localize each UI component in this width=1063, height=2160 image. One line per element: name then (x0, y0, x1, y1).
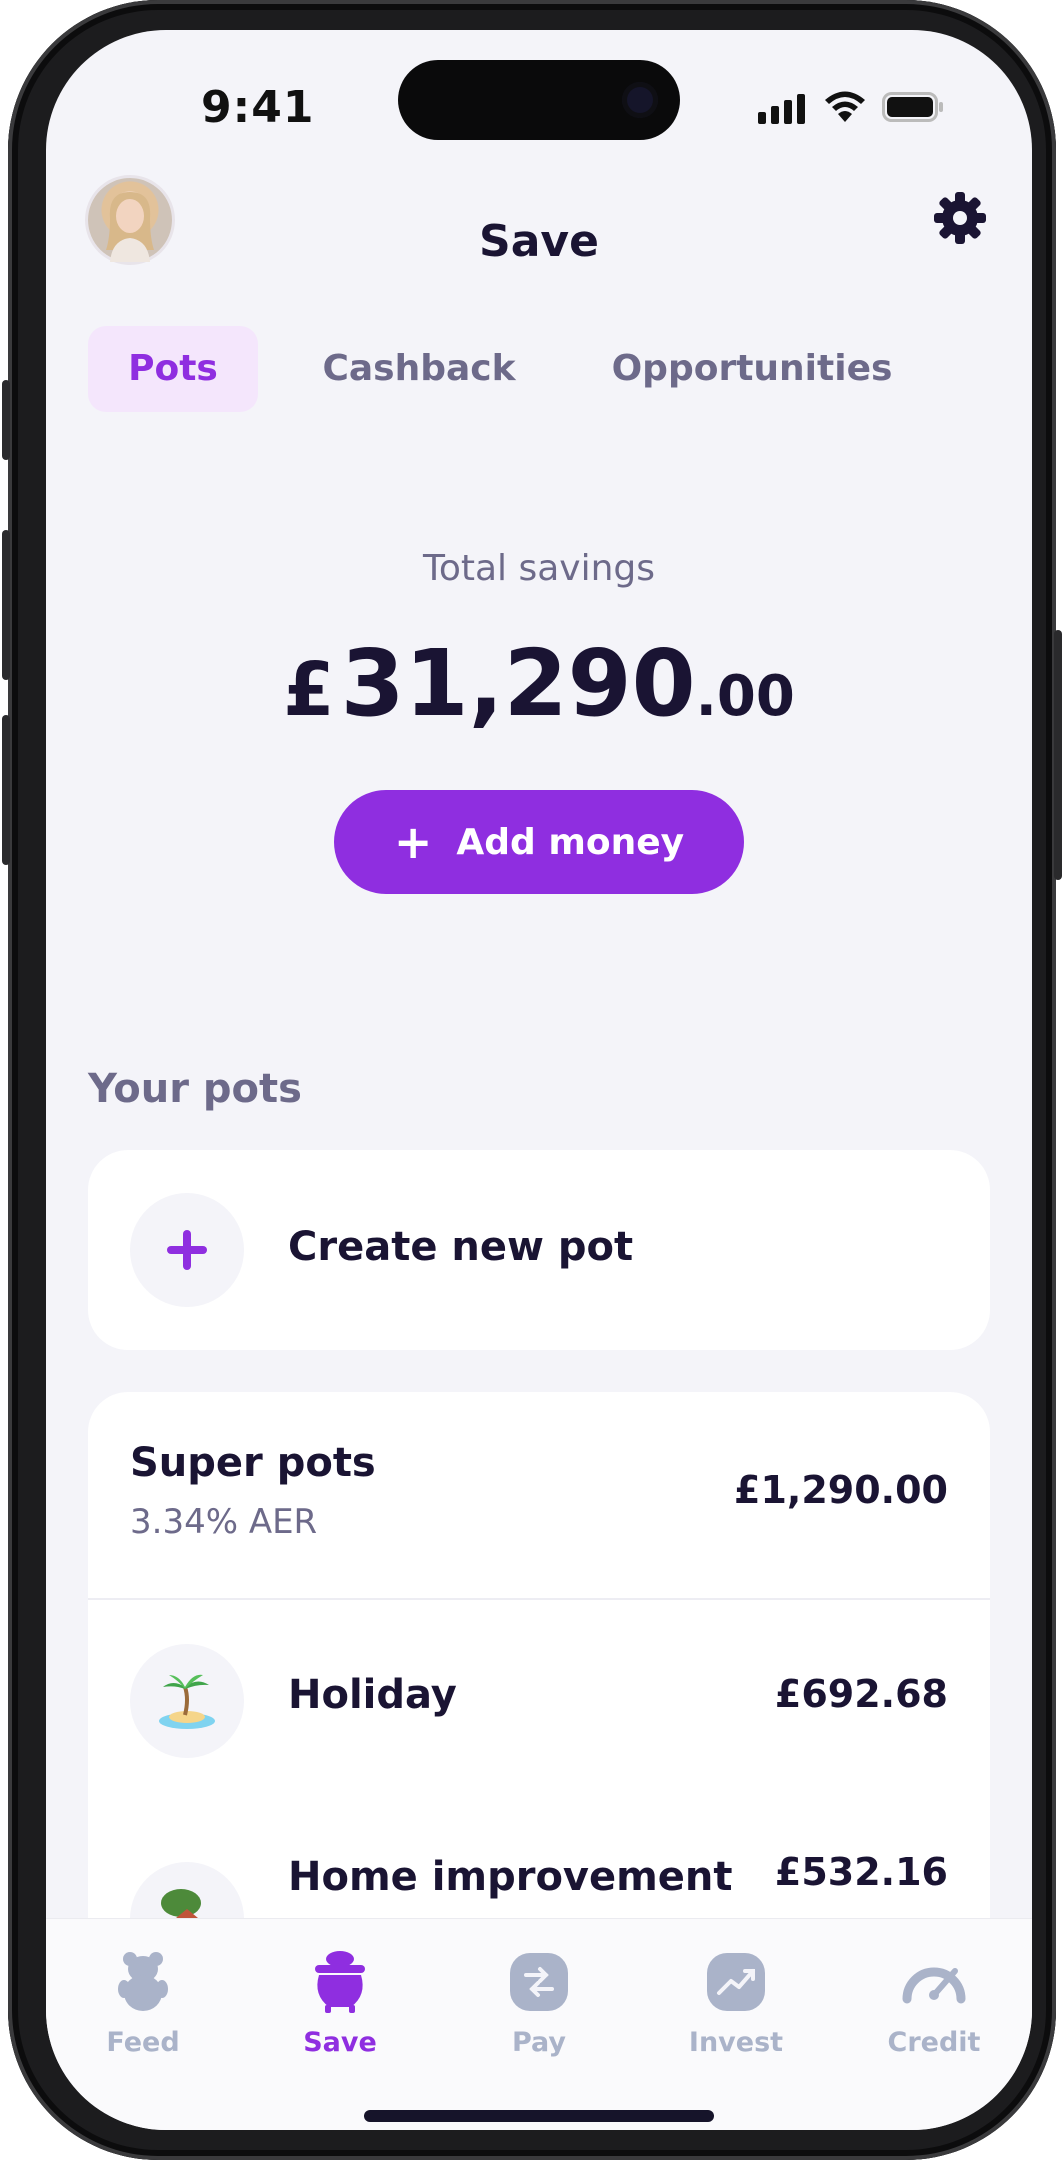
palm-island-icon (130, 1644, 244, 1758)
super-pots-amount: £1,290.00 (734, 1468, 948, 1512)
dynamic-island (398, 60, 680, 140)
total-savings-label: Total savings (422, 548, 656, 589)
tabbar-item-pay[interactable]: Pay (469, 1949, 609, 2058)
plus-icon: + (393, 815, 433, 869)
battery-icon (882, 92, 943, 122)
pots-list-card: Super pots 3.34% AER £1,290.00 Holiday £… (88, 1392, 990, 1992)
status-time: 9:41 (201, 82, 315, 133)
total-savings-amount: £31,290.00 (46, 630, 1032, 737)
tabbar-item-invest[interactable]: Invest (666, 1949, 806, 2058)
wifi-icon (825, 91, 865, 122)
pot-icon (315, 1951, 365, 2013)
tabbar-label: Credit (887, 2027, 981, 2058)
tabbar-label: Save (303, 2027, 377, 2058)
pot-label: Home improvement (288, 1854, 733, 1900)
chart-up-icon (707, 1953, 765, 2011)
camera-icon (622, 82, 658, 118)
tab-cashback[interactable]: Cashback (304, 326, 534, 412)
pay-icon (510, 1953, 568, 2011)
tabbar-label: Pay (511, 2027, 567, 2058)
add-money-label: Add money (456, 821, 685, 863)
bottom-tab-bar: Feed Save Pay Invest Credit (46, 1918, 1032, 2130)
create-pot-card[interactable]: Create new pot (88, 1150, 990, 1350)
tab-pots[interactable]: Pots (88, 326, 258, 412)
plus-icon (130, 1193, 244, 1307)
page-title: Save (479, 216, 599, 267)
super-pots-rate: 3.34% AER (130, 1502, 318, 1542)
pot-label: Holiday (288, 1672, 457, 1718)
mute-switch (2, 380, 10, 460)
gauge-icon (902, 1967, 966, 2004)
pot-amount: £692.68 (774, 1672, 948, 1716)
gear-icon[interactable] (932, 190, 988, 246)
screen: 9:41 Save Pots Cashback Opportunities To… (46, 30, 1032, 2130)
super-pots-label: Super pots (130, 1440, 376, 1486)
pot-amount: £532.16 (774, 1850, 948, 1894)
pot-row-holiday[interactable]: Holiday £692.68 (88, 1600, 990, 1790)
phone-frame: 9:41 Save Pots Cashback Opportunities To… (2, 0, 1062, 2160)
amount-major: 31,290 (340, 630, 696, 737)
bear-icon (118, 1952, 168, 2011)
tabbar-label: Invest (688, 2027, 784, 2058)
cellular-signal-icon (758, 92, 808, 124)
tabbar-item-feed[interactable]: Feed (73, 1949, 213, 2058)
tabbar-label: Feed (106, 2027, 180, 2058)
add-money-button[interactable]: + Add money (334, 790, 744, 894)
power-button (1054, 630, 1062, 880)
tabbar-item-save[interactable]: Save (270, 1949, 410, 2058)
volume-up-button (2, 530, 10, 680)
section-title-your-pots: Your pots (88, 1066, 302, 1112)
super-pots-row[interactable]: Super pots 3.34% AER £1,290.00 (88, 1392, 990, 1598)
tab-opportunities[interactable]: Opportunities (584, 326, 920, 412)
volume-down-button (2, 715, 10, 865)
tabbar-item-credit[interactable]: Credit (864, 1949, 1004, 2058)
currency-symbol: £ (283, 647, 335, 733)
amount-minor: .00 (695, 664, 795, 729)
create-pot-label: Create new pot (288, 1224, 634, 1270)
home-indicator[interactable] (364, 2110, 714, 2122)
